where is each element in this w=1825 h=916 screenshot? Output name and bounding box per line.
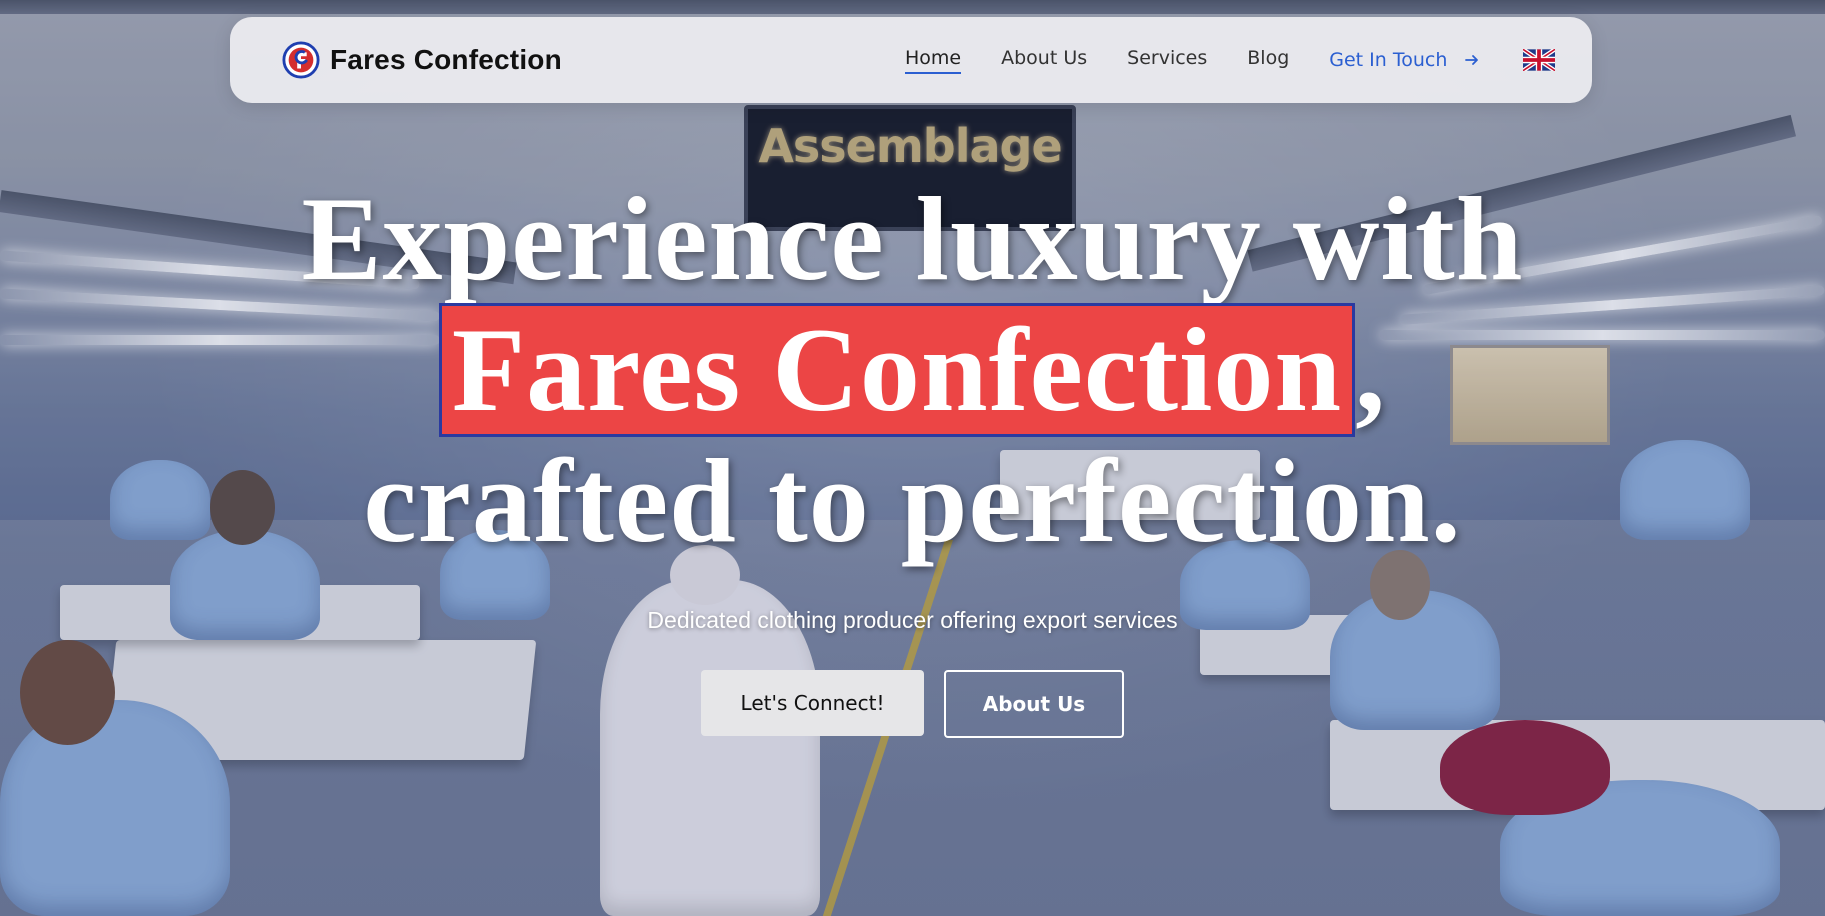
brand-name: Fares Confection: [330, 44, 562, 75]
headline-highlight: Fares Confection: [438, 303, 1356, 437]
get-in-touch-label: Get In Touch: [1329, 49, 1448, 71]
lets-connect-button[interactable]: Let's Connect!: [701, 670, 924, 736]
arrow-right-icon: [1465, 55, 1479, 65]
nav-link-services[interactable]: Services: [1127, 47, 1207, 74]
nav-link-about-us[interactable]: About Us: [1001, 47, 1087, 74]
about-us-button[interactable]: About Us: [944, 670, 1124, 738]
hero-section: Experience luxury with Fares Confection,…: [0, 175, 1825, 738]
top-navbar: Fares Confection Home About Us Services …: [230, 17, 1592, 103]
headline-line-2: Fares Confection,: [0, 303, 1825, 437]
hero-cta-row: Let's Connect! About Us: [0, 670, 1825, 738]
nav-link-home[interactable]: Home: [905, 47, 962, 74]
headline-comma: ,: [1355, 303, 1387, 436]
brand[interactable]: Fares Confection: [282, 41, 562, 79]
nav-link-blog[interactable]: Blog: [1247, 47, 1289, 74]
uk-flag-icon[interactable]: [1523, 49, 1556, 71]
fc-circle-logo-icon: [282, 41, 320, 79]
hero-headline: Experience luxury with Fares Confection,…: [0, 175, 1825, 565]
nav-links: Home About Us Services Blog Get In Touch: [905, 17, 1556, 103]
get-in-touch-link[interactable]: Get In Touch: [1329, 49, 1479, 71]
hero-subtitle: Dedicated clothing producer offering exp…: [647, 607, 1178, 633]
headline-line-1: Experience luxury with: [301, 172, 1524, 305]
headline-line-3: crafted to perfection.: [363, 434, 1462, 567]
